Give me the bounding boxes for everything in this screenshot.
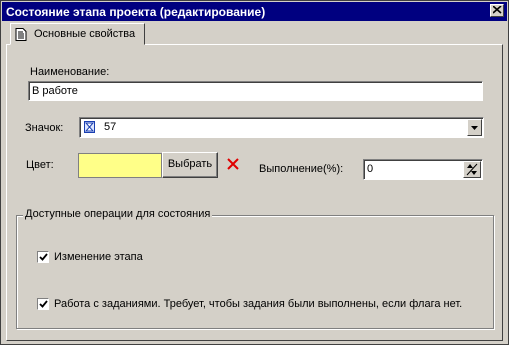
chevron-down-icon [471, 126, 478, 130]
change-stage-label: Изменение этапа [54, 251, 143, 263]
icon-select[interactable]: 57 [79, 117, 484, 138]
icon-dropdown-button[interactable] [467, 119, 482, 136]
clear-color-icon[interactable] [227, 158, 239, 170]
choose-color-label: Выбрать [167, 158, 213, 170]
document-icon [15, 28, 27, 41]
tasks-checkbox[interactable] [37, 298, 49, 310]
name-field[interactable]: В работе [28, 81, 483, 101]
progress-value: 0 [367, 163, 374, 175]
title-bar[interactable]: Состояние этапа проекта (редактирование) [2, 2, 507, 21]
spin-arrows-icon [466, 163, 478, 176]
color-swatch [78, 153, 162, 178]
close-icon [493, 6, 502, 14]
operations-group-title: Доступные операции для состояния [23, 208, 213, 220]
spinner-buttons[interactable] [463, 161, 481, 178]
close-button[interactable] [490, 4, 504, 17]
change-stage-checkbox[interactable] [37, 251, 49, 263]
hourglass-icon [84, 121, 95, 133]
icon-value: 57 [104, 121, 117, 133]
checkmark-icon [39, 253, 48, 261]
tab-label: Основные свойства [34, 28, 136, 40]
operations-group [16, 215, 494, 329]
tab-main-properties[interactable]: Основные свойства [10, 23, 145, 45]
progress-spinner[interactable]: 0 [363, 159, 483, 180]
name-value: В работе [32, 85, 78, 97]
name-label: Наименование: [30, 66, 110, 78]
icon-label: Значок: [25, 122, 64, 134]
window-title: Состояние этапа проекта (редактирование) [6, 5, 266, 19]
checkmark-icon [39, 300, 48, 308]
dialog-window: Состояние этапа проекта (редактирование)… [0, 0, 509, 345]
tasks-label: Работа с заданиями. Требует, чтобы задан… [54, 298, 463, 310]
choose-color-button[interactable]: Выбрать [162, 152, 218, 178]
color-label: Цвет: [26, 159, 54, 171]
progress-label: Выполнение(%): [259, 163, 344, 175]
